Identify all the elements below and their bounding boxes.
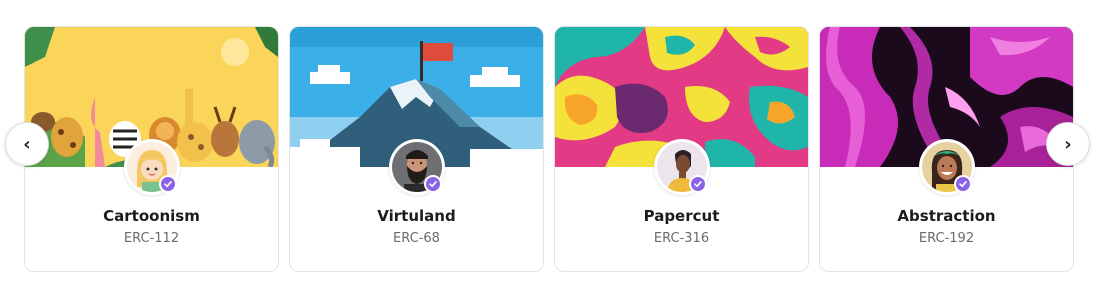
verified-badge-icon [954,175,972,193]
card-subtitle: ERC-68 [393,231,440,246]
chevron-left-icon: ‹ [23,133,31,155]
card-subtitle: ERC-112 [123,231,180,246]
card-title: Cartoonism [103,207,200,225]
card-title: Abstraction [897,207,996,225]
collection-card-cartoonism[interactable]: Cartoonism ERC-112 [24,26,279,272]
carousel-next-button[interactable]: › [1046,122,1090,166]
collection-card-abstraction[interactable]: Abstraction ERC-192 [819,26,1074,272]
carousel-prev-button[interactable]: ‹ [5,122,49,166]
collection-card-virtuland[interactable]: Virtuland ERC-68 [289,26,544,272]
verified-badge-icon [424,175,442,193]
card-title: Virtuland [377,207,456,225]
card-subtitle: ERC-316 [653,231,710,246]
chevron-right-icon: › [1064,133,1072,155]
card-subtitle: ERC-192 [918,231,975,246]
card-title: Papercut [643,207,720,225]
collection-carousel: Cartoonism ERC-112 Virtuland ERC-68 Pape… [0,0,1098,298]
verified-badge-icon [159,175,177,193]
collection-card-papercut[interactable]: Papercut ERC-316 [554,26,809,272]
verified-badge-icon [689,175,707,193]
